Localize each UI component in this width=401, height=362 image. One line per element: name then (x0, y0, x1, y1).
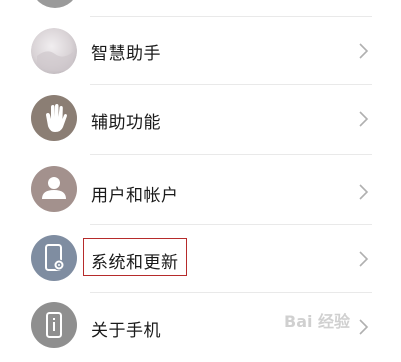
chevron-right-icon (359, 319, 369, 335)
settings-item-users-accounts[interactable]: 用户和帐户 (0, 156, 401, 226)
settings-item-label: 关于手机 (91, 321, 161, 341)
info-icon (31, 302, 77, 348)
settings-item-label: 智慧助手 (91, 44, 161, 64)
settings-item-accessibility[interactable]: 辅助功能 (0, 84, 401, 154)
user-icon (31, 166, 77, 212)
settings-item-smart-assistant[interactable]: 智慧助手 (0, 16, 401, 86)
chevron-right-icon (359, 111, 369, 127)
divider (90, 154, 372, 155)
settings-item-system-update[interactable]: 系统和更新 (0, 224, 401, 294)
chevron-right-icon (359, 251, 369, 267)
assistant-icon (31, 28, 77, 74)
hand-icon (31, 95, 77, 141)
settings-item-label: 辅助功能 (91, 113, 161, 133)
phone-settings-icon (31, 235, 77, 281)
highlight-box (83, 238, 187, 276)
settings-item-label: 用户和帐户 (91, 186, 179, 206)
top-partial-icon (33, 0, 77, 8)
chevron-right-icon (359, 43, 369, 59)
chevron-right-icon (359, 184, 369, 200)
watermark: Bai 经验 (284, 312, 351, 331)
